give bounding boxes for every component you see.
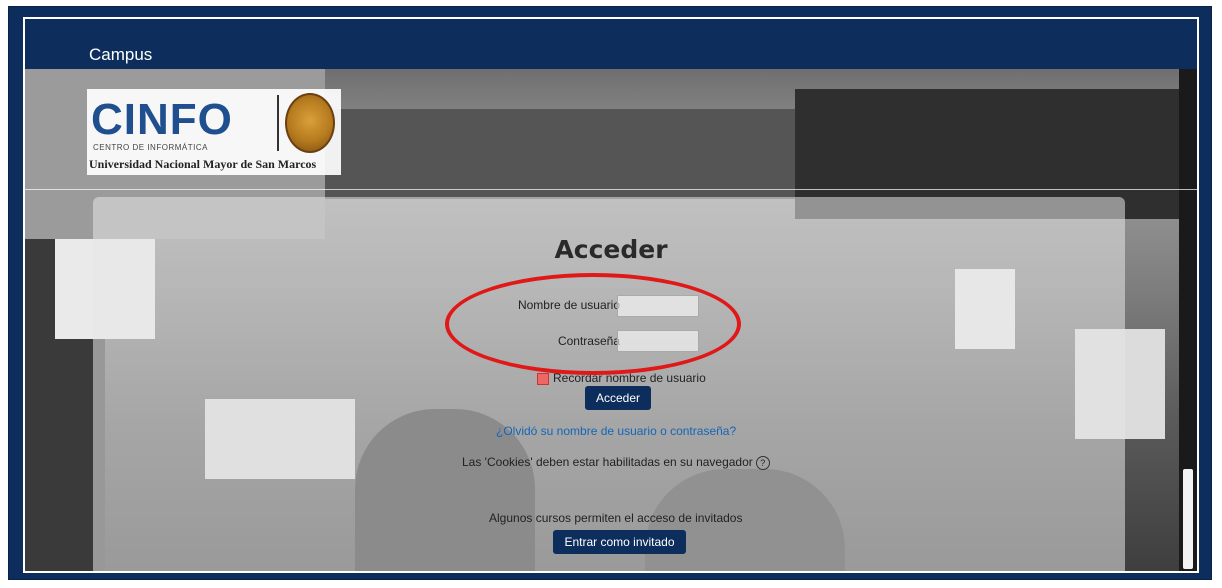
cookies-notice: Las 'Cookies' deben estar habilitadas en… [462, 455, 770, 470]
question-circle-icon[interactable]: ? [755, 455, 770, 470]
window-frame: Campus CINFO CENTRO DE INFORMÁTICA Unive… [8, 6, 1212, 580]
logo-subtitle: CENTRO DE INFORMÁTICA [93, 143, 208, 152]
highlight-circle [445, 273, 741, 375]
cinfo-logo: CINFO CENTRO DE INFORMÁTICA Universidad … [87, 89, 341, 175]
university-seal-icon [285, 93, 335, 153]
forgot-password-link[interactable]: ¿Olvidó su nombre de usuario o contraseñ… [496, 424, 736, 438]
logo-name: CINFO [91, 95, 233, 144]
login-button[interactable]: Acceder [585, 386, 651, 410]
logo-divider [277, 95, 279, 151]
guest-login-button[interactable]: Entrar como invitado [553, 530, 686, 554]
top-navbar: Campus [25, 19, 1197, 69]
guest-access-text: Algunos cursos permiten el acceso de inv… [489, 511, 743, 525]
page-viewport: Campus CINFO CENTRO DE INFORMÁTICA Unive… [23, 17, 1199, 573]
brand-link[interactable]: Campus [89, 45, 152, 65]
scrollbar[interactable] [1179, 69, 1197, 571]
logo-university: Universidad Nacional Mayor de San Marcos [89, 157, 317, 171]
remember-checkbox[interactable] [537, 372, 549, 385]
scrollbar-thumb[interactable] [1183, 469, 1193, 569]
login-title: Acceder [554, 235, 668, 264]
header-divider [25, 189, 1197, 190]
cookies-text: Las 'Cookies' deben estar habilitadas en… [462, 455, 753, 469]
